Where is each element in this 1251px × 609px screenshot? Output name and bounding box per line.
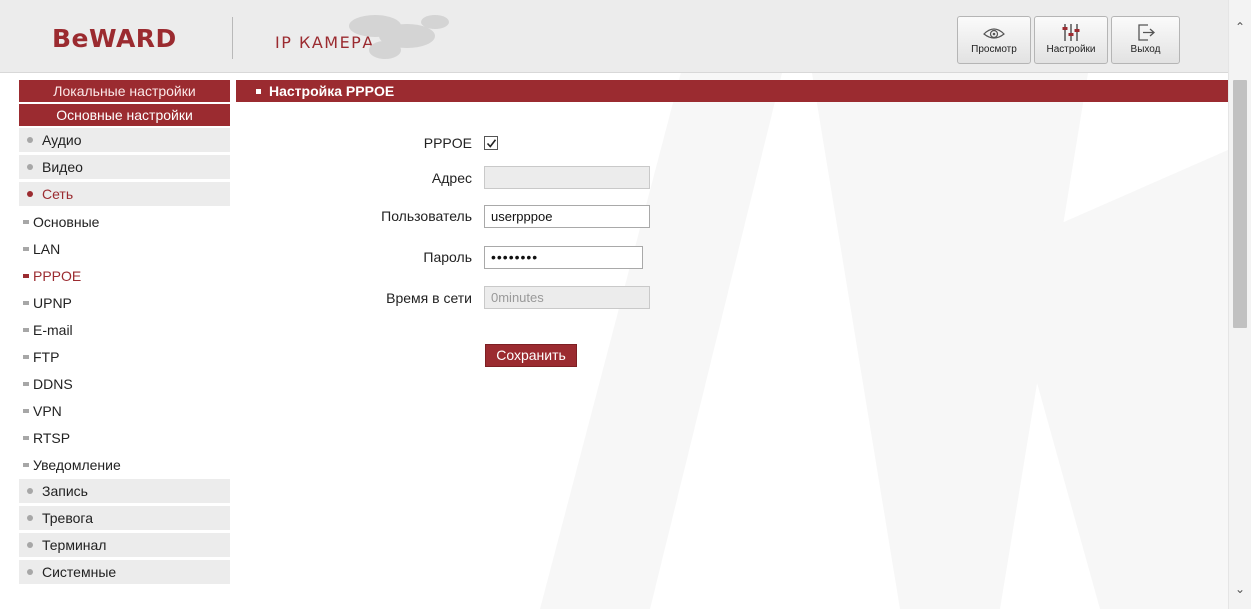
bullet-icon xyxy=(27,164,33,171)
square-bullet-icon xyxy=(23,463,29,468)
pppoe-label: PPPOE xyxy=(423,135,472,151)
sidebar-subitem-upnp[interactable]: UPNP xyxy=(19,290,230,317)
sidebar-item-recording[interactable]: Запись xyxy=(19,479,230,503)
settings-button[interactable]: Настройки xyxy=(1034,16,1108,64)
password-field[interactable]: •••••••• xyxy=(484,246,643,269)
password-label: Пароль xyxy=(423,249,472,265)
address-label: Адрес xyxy=(431,170,472,186)
exit-button[interactable]: Выход xyxy=(1111,16,1180,64)
sliders-icon xyxy=(1062,24,1080,41)
settings-button-label: Настройки xyxy=(1046,44,1096,55)
bullet-icon xyxy=(27,515,33,522)
sidebar-subitem-email[interactable]: E-mail xyxy=(19,317,230,344)
square-bullet-icon xyxy=(23,301,29,306)
username-label: Пользователь xyxy=(381,208,472,224)
square-bullet-icon xyxy=(23,382,29,387)
sidebar-subitem-label: FTP xyxy=(33,349,60,365)
square-bullet-icon xyxy=(23,220,29,225)
sidebar-item-terminal[interactable]: Терминал xyxy=(19,533,230,557)
bullet-icon xyxy=(27,191,33,198)
square-bullet-icon xyxy=(23,274,29,279)
header: BeWARD IP КАМЕРА Просмотр Настройки Выхо… xyxy=(0,0,1228,73)
scrollbar-thumb[interactable] xyxy=(1233,80,1247,328)
square-bullet-icon xyxy=(23,328,29,333)
sidebar-item-label: Аудио xyxy=(42,132,82,148)
sidebar-item-audio[interactable]: Аудио xyxy=(19,128,230,152)
sidebar-subitem-pppoe[interactable]: PPPOE xyxy=(19,263,230,290)
square-bullet-icon xyxy=(23,436,29,441)
beward-logo: BeWARD xyxy=(52,24,177,53)
online-time-field: 0minutes xyxy=(484,286,650,309)
sidebar-subitem-label: DDNS xyxy=(33,376,73,392)
sidebar-item-label: Терминал xyxy=(42,537,107,553)
checkmark-icon xyxy=(486,139,497,148)
scroll-down-icon[interactable]: ⌄ xyxy=(1229,582,1251,596)
sidebar-subitem-label: PPPOE xyxy=(33,268,82,284)
bullet-icon xyxy=(27,542,33,549)
sidebar-subitem-lan[interactable]: LAN xyxy=(19,236,230,263)
sidebar-local-settings[interactable]: Локальные настройки xyxy=(19,80,230,102)
square-bullet-icon xyxy=(23,355,29,360)
exit-icon xyxy=(1137,24,1155,41)
sidebar-subitem-vpn[interactable]: VPN xyxy=(19,398,230,425)
eye-icon xyxy=(983,28,1005,39)
save-button[interactable]: Сохранить xyxy=(485,344,577,367)
logo-divider xyxy=(232,17,233,59)
pppoe-checkbox[interactable] xyxy=(484,136,498,150)
sidebar-subitem-label: RTSP xyxy=(33,430,71,446)
sidebar-subitem-ddns[interactable]: DDNS xyxy=(19,371,230,398)
page-title: Настройка PPPOE xyxy=(269,83,395,99)
sidebar-subitem-basic[interactable]: Основные xyxy=(19,209,230,236)
username-field[interactable]: userpppoe xyxy=(484,205,650,228)
world-map-graphic xyxy=(349,15,449,59)
sidebar: Локальные настройки Основные настройки А… xyxy=(19,80,230,587)
view-button-label: Просмотр xyxy=(971,44,1017,55)
section-header: Настройка PPPOE xyxy=(236,80,1228,102)
square-bullet-icon xyxy=(256,88,261,94)
sidebar-main-settings[interactable]: Основные настройки xyxy=(19,104,230,126)
sidebar-subitem-label: VPN xyxy=(33,403,62,419)
bullet-icon xyxy=(27,488,33,495)
online-time-label: Время в сети xyxy=(386,290,472,306)
sidebar-subitem-label: Основные xyxy=(33,214,100,230)
sidebar-subitem-label: E-mail xyxy=(33,322,73,338)
sidebar-subitem-label: UPNP xyxy=(33,295,72,311)
address-field xyxy=(484,166,650,189)
sidebar-item-label: Сеть xyxy=(42,186,74,202)
bullet-icon xyxy=(27,137,33,144)
view-button[interactable]: Просмотр xyxy=(957,16,1031,64)
sidebar-subitem-notification[interactable]: Уведомление xyxy=(19,452,230,479)
sidebar-item-label: Видео xyxy=(42,159,83,175)
sidebar-subitem-label: Уведомление xyxy=(33,457,121,473)
exit-button-label: Выход xyxy=(1130,44,1161,55)
sidebar-item-system[interactable]: Системные xyxy=(19,560,230,584)
sidebar-item-network[interactable]: Сеть xyxy=(19,182,230,206)
sidebar-subitem-label: LAN xyxy=(33,241,61,257)
sidebar-item-label: Запись xyxy=(42,483,88,499)
sidebar-item-label: Тревога xyxy=(42,510,93,526)
bullet-icon xyxy=(27,569,33,576)
sidebar-subitem-ftp[interactable]: FTP xyxy=(19,344,230,371)
sidebar-subitem-rtsp[interactable]: RTSP xyxy=(19,425,230,452)
square-bullet-icon xyxy=(23,247,29,252)
sidebar-item-alarm[interactable]: Тревога xyxy=(19,506,230,530)
square-bullet-icon xyxy=(23,409,29,414)
sidebar-item-video[interactable]: Видео xyxy=(19,155,230,179)
scroll-up-icon[interactable]: ⌃ xyxy=(1229,20,1251,34)
vertical-scrollbar[interactable]: ⌃ ⌄ xyxy=(1228,0,1251,609)
sidebar-item-label: Системные xyxy=(42,564,117,580)
